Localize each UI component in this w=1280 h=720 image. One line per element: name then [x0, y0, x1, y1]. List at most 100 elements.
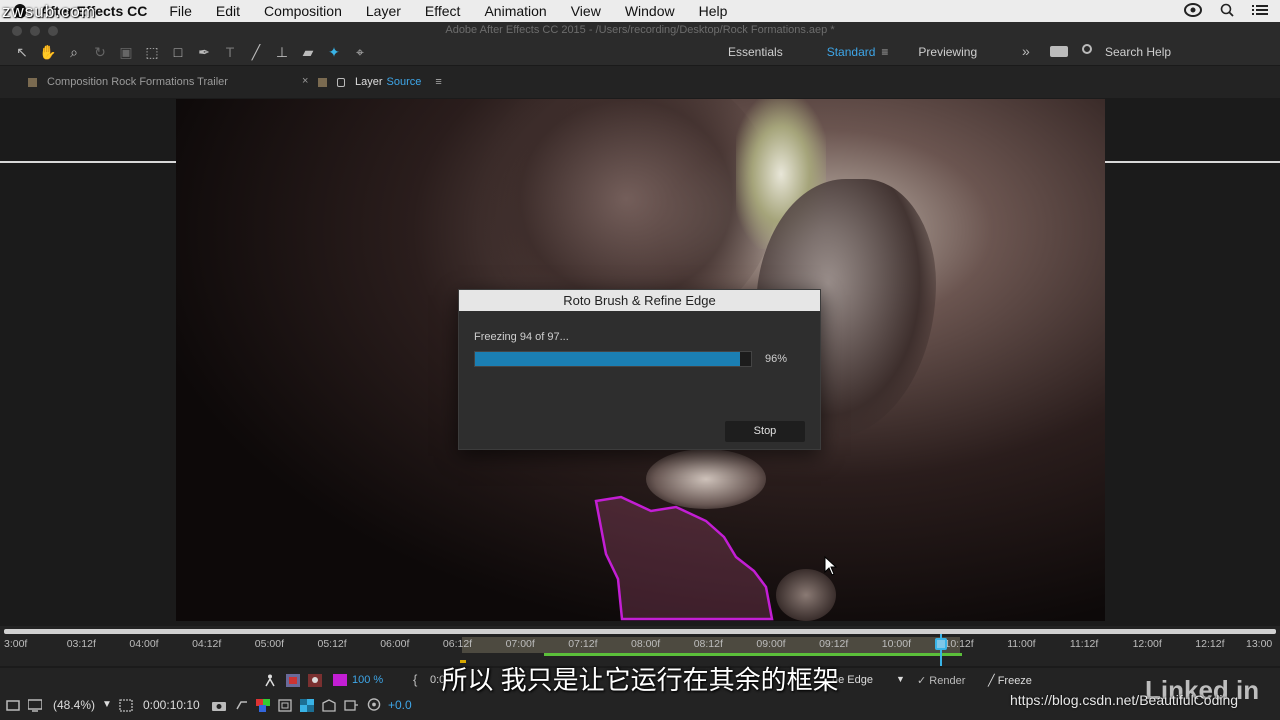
stop-button[interactable]: Stop: [725, 421, 805, 442]
channel-rgb-icon[interactable]: [256, 699, 270, 712]
roto-progress-dialog: Roto Brush & Refine Edge Freezing 94 of …: [458, 289, 821, 450]
time-ruler-tick: 04:12f: [192, 638, 222, 650]
clone-stamp-tool-icon[interactable]: ⊥: [272, 42, 292, 62]
spotlight-search-icon[interactable]: [1220, 3, 1234, 17]
camera-tool-icon[interactable]: ▣: [116, 42, 136, 62]
time-ruler-tick: 11:00f: [1007, 638, 1036, 650]
fast-previews-icon[interactable]: [344, 699, 358, 712]
mouse-cursor-icon: [824, 556, 838, 576]
more-workspaces-icon[interactable]: »: [1022, 43, 1030, 59]
show-snapshot-icon[interactable]: [235, 699, 249, 712]
magnification-select[interactable]: (48.4%): [53, 698, 95, 712]
workspace-essentials[interactable]: Essentials: [728, 45, 783, 59]
zoom-tool-icon[interactable]: ⌕: [64, 42, 84, 62]
menu-layer[interactable]: Layer: [366, 3, 401, 19]
close-window-icon[interactable]: [12, 26, 22, 36]
snapshot-camera-icon[interactable]: [212, 699, 226, 712]
csdn-url-watermark: https://blog.csdn.net/BeautifulCoding: [1010, 692, 1239, 708]
macos-menubar: After Effects CC File Edit Composition L…: [0, 0, 1280, 22]
keyboard-icon[interactable]: [1050, 46, 1068, 57]
menu-help[interactable]: Help: [699, 3, 728, 19]
grid-guides-icon[interactable]: [278, 699, 292, 712]
time-ruler-tick: 3:00f: [4, 638, 28, 650]
time-ruler-tick: 12:00f: [1132, 638, 1162, 650]
menu-edit[interactable]: Edit: [216, 3, 240, 19]
rectangle-tool-icon[interactable]: □: [168, 42, 188, 62]
tab-layer[interactable]: Layer Source ≡: [318, 76, 442, 88]
creative-cloud-icon[interactable]: [1184, 3, 1202, 17]
panel-tabs: Composition Rock Formations Trailer × La…: [0, 66, 1280, 163]
workspace-previewing[interactable]: Previewing: [918, 45, 977, 59]
progress-bar-fill: [475, 352, 740, 366]
puppet-pin-tool-icon[interactable]: ⌖: [350, 42, 370, 62]
zoom-window-icon[interactable]: [48, 26, 58, 36]
minimize-window-icon[interactable]: [30, 26, 40, 36]
tab-composition[interactable]: Composition Rock Formations Trailer: [28, 76, 228, 88]
menu-file[interactable]: File: [169, 3, 192, 19]
menu-window[interactable]: Window: [625, 3, 675, 19]
region-of-interest-icon[interactable]: [119, 699, 133, 712]
pan-behind-tool-icon[interactable]: ⬚: [142, 42, 162, 62]
resolution-icon[interactable]: [6, 699, 20, 712]
tab-composition-label: Composition Rock Formations Trailer: [47, 76, 228, 88]
time-ruler-tick: 07:00f: [505, 638, 535, 650]
workspace-standard[interactable]: Standard: [827, 45, 876, 59]
pen-tool-icon[interactable]: ✒: [194, 42, 214, 62]
composition-label-swatch: [28, 77, 37, 87]
search-icon: [1082, 44, 1092, 54]
time-ruler-tick: 05:00f: [254, 638, 284, 650]
search-help-input[interactable]: Search Help: [1105, 45, 1171, 59]
time-ruler-tick: 12:12f: [1195, 638, 1225, 650]
notification-list-icon[interactable]: [1252, 4, 1268, 16]
panel-menu-icon[interactable]: ≡: [435, 76, 441, 88]
time-ruler-tick: 10:12f: [944, 638, 974, 650]
window-title: Adobe After Effects CC 2015 - /Users/rec…: [445, 24, 835, 36]
time-ruler-tick: 11:12f: [1069, 638, 1099, 650]
time-ruler-tick: 08:12f: [693, 638, 723, 650]
progress-percent: 96%: [765, 353, 788, 365]
roto-brush-tool-icon[interactable]: ✦: [324, 42, 344, 62]
close-tab-icon[interactable]: ×: [302, 75, 308, 87]
playhead-handle[interactable]: [935, 638, 947, 650]
layer-label-swatch: [318, 77, 327, 87]
progress-bar: [474, 351, 752, 367]
exposure-value[interactable]: +0.0: [388, 698, 412, 712]
time-ruler-tick: 09:00f: [756, 638, 786, 650]
menu-animation[interactable]: Animation: [484, 3, 546, 19]
transparency-grid-icon[interactable]: [300, 699, 314, 712]
menu-composition[interactable]: Composition: [264, 3, 342, 19]
mask-visibility-icon[interactable]: [322, 699, 336, 712]
tab-layer-source[interactable]: Source: [387, 76, 422, 88]
window-titlebar: Adobe After Effects CC 2015 - /Users/rec…: [0, 22, 1280, 38]
time-ruler-tick: 05:12f: [317, 638, 347, 650]
time-ruler-tick: 06:12f: [442, 638, 473, 650]
site-watermark: zwsub.com: [2, 2, 97, 21]
time-ruler-tick: 07:12f: [568, 638, 598, 650]
hand-tool-icon[interactable]: ✋: [38, 42, 58, 62]
work-area-bar[interactable]: [4, 629, 1276, 634]
workspace-switcher: Essentials Standard ≡ Previewing: [728, 45, 1021, 59]
brush-tool-icon[interactable]: ╱: [246, 42, 266, 62]
type-tool-icon[interactable]: T: [220, 42, 240, 62]
monitor-icon[interactable]: [28, 699, 42, 712]
selection-tool-icon[interactable]: ↖: [12, 42, 32, 62]
tab-layer-label: Layer: [355, 76, 383, 88]
workspace-menu-icon[interactable]: ≡: [881, 45, 888, 59]
menu-view[interactable]: View: [571, 3, 601, 19]
time-ruler-tick: 04:00f: [129, 638, 159, 650]
time-ruler-tick: 09:12f: [819, 638, 849, 650]
dialog-title: Roto Brush & Refine Edge: [459, 290, 820, 311]
time-ruler-tick: 06:00f: [380, 638, 410, 650]
rotation-tool-icon[interactable]: ↻: [90, 42, 110, 62]
time-ruler-tick: 13:00: [1246, 638, 1273, 650]
dialog-status-text: Freezing 94 of 97...: [474, 331, 569, 343]
current-time-display[interactable]: 0:00:10:10: [143, 698, 200, 712]
reset-exposure-icon[interactable]: [367, 698, 381, 711]
eraser-tool-icon[interactable]: ▰: [298, 42, 318, 62]
lock-icon[interactable]: [337, 77, 345, 87]
time-ruler-tick: 03:12f: [66, 638, 96, 650]
menu-effect[interactable]: Effect: [425, 3, 461, 19]
magnification-chevron-icon[interactable]: ▼: [102, 699, 112, 710]
time-ruler-tick: 08:00f: [631, 638, 661, 650]
cache-indicator: [544, 653, 962, 656]
